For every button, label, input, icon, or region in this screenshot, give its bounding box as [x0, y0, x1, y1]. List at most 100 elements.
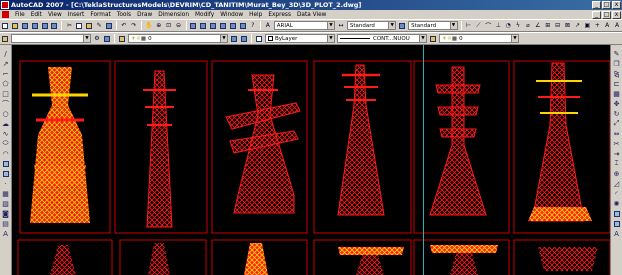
stretch-icon[interactable]: ⇔: [612, 129, 621, 138]
chevron-down-icon[interactable]: ▼: [511, 35, 518, 42]
color-icon[interactable]: [255, 34, 264, 43]
chevron-down-icon[interactable]: ▼: [220, 35, 227, 42]
scale-icon[interactable]: ⤢: [612, 119, 621, 128]
dim-text-edit-icon[interactable]: A: [613, 21, 622, 30]
chevron-down-icon[interactable]: ▼: [449, 22, 457, 29]
table-icon[interactable]: ▤: [1, 219, 10, 228]
array-icon[interactable]: ▦: [612, 89, 621, 98]
minimize-button[interactable]: _: [592, 1, 601, 9]
tower-model[interactable]: [225, 74, 301, 214]
document-icon[interactable]: [2, 11, 9, 18]
paste-icon[interactable]: [85, 21, 94, 30]
arc-length-icon[interactable]: ⌒: [484, 21, 493, 30]
plot-preview-icon[interactable]: [40, 21, 49, 30]
layer-icon[interactable]: [612, 209, 621, 218]
offset-icon[interactable]: ⊏: [612, 79, 621, 88]
fillet-icon[interactable]: ◜: [612, 189, 621, 198]
pan-icon[interactable]: ✋: [144, 21, 153, 30]
tower-model[interactable]: [30, 67, 90, 223]
open-icon[interactable]: [10, 21, 19, 30]
table-style-icon[interactable]: [398, 21, 407, 30]
doc-close-button[interactable]: x: [612, 10, 621, 19]
revision-cloud-icon[interactable]: ☁: [1, 119, 10, 128]
hatch-icon[interactable]: ▦: [1, 189, 10, 198]
arc-icon[interactable]: ⌒: [1, 99, 10, 108]
make-block-icon[interactable]: [1, 169, 10, 178]
quick-dimension-icon[interactable]: ⊞: [543, 21, 552, 30]
center-mark-icon[interactable]: +: [593, 21, 602, 30]
menu-insert[interactable]: Insert: [65, 12, 88, 18]
aligned-dimension-icon[interactable]: ⟋: [474, 21, 483, 30]
properties-icon[interactable]: [189, 21, 198, 30]
doc-restore-button[interactable]: □: [602, 10, 611, 19]
zoom-realtime-icon[interactable]: ⊕: [154, 21, 163, 30]
plot-style-icon[interactable]: [429, 34, 438, 43]
angular-icon[interactable]: ∠: [533, 21, 542, 30]
drawing-area[interactable]: [12, 45, 610, 275]
chamfer-icon[interactable]: ◿: [612, 179, 621, 188]
chevron-down-icon[interactable]: ▼: [419, 35, 426, 42]
menu-format[interactable]: Format: [87, 12, 113, 18]
point-icon[interactable]: ·: [1, 179, 10, 188]
sheet-set-icon[interactable]: [219, 21, 228, 30]
workspace-save-icon[interactable]: [103, 34, 112, 43]
zoom-window-icon[interactable]: ⊡: [164, 21, 173, 30]
copy-object-icon[interactable]: ❐: [612, 59, 621, 68]
markup-icon[interactable]: [229, 21, 238, 30]
spline-icon[interactable]: ∿: [1, 129, 10, 138]
menu-data-view[interactable]: Data View: [294, 12, 329, 18]
trim-icon[interactable]: ✂: [612, 139, 621, 148]
menu-edit[interactable]: Edit: [28, 12, 45, 18]
block-icon[interactable]: [612, 219, 621, 228]
workspace-settings-icon[interactable]: ⚙: [93, 34, 102, 43]
menu-draw[interactable]: Draw: [134, 12, 155, 18]
gradient-icon[interactable]: ▧: [1, 199, 10, 208]
text-icon[interactable]: A: [612, 229, 621, 238]
rotate-icon[interactable]: ↻: [612, 109, 621, 118]
diameter-icon[interactable]: ⌀: [523, 21, 532, 30]
ellipse-icon[interactable]: ⬭: [1, 139, 10, 148]
dim-style-select[interactable]: Standard ▼: [346, 21, 397, 30]
menu-modify[interactable]: Modify: [192, 12, 217, 18]
polyline-icon[interactable]: ⌐: [1, 69, 10, 78]
layer-manager-icon[interactable]: [118, 34, 127, 43]
rectangle-icon[interactable]: □: [1, 89, 10, 98]
table-style-select[interactable]: Standard ▼: [408, 21, 458, 30]
tower-model[interactable]: [143, 70, 176, 228]
new-icon[interactable]: [1, 21, 10, 30]
plot-icon[interactable]: [30, 21, 39, 30]
tolerance-icon[interactable]: ▣: [583, 21, 592, 30]
layer-properties-icon[interactable]: [1, 34, 10, 43]
help-icon[interactable]: ?: [248, 21, 257, 30]
make-current-icon[interactable]: [230, 34, 239, 43]
insert-block-icon[interactable]: [1, 159, 10, 168]
maximize-button[interactable]: □: [602, 1, 611, 9]
layer-select[interactable]: ☀ ☼ ■ 0 ▼: [128, 34, 228, 43]
linear-dimension-icon[interactable]: ⊢: [464, 21, 473, 30]
menu-express[interactable]: Express: [265, 12, 294, 18]
line-icon[interactable]: /: [1, 49, 10, 58]
text-style-icon[interactable]: A: [263, 21, 272, 30]
region-icon[interactable]: ◙: [1, 209, 10, 218]
break-icon[interactable]: ⌶: [612, 159, 621, 168]
text-style-select[interactable]: ARIAL ▼: [273, 21, 335, 30]
tower-model[interactable]: [429, 66, 487, 216]
tool-palettes-icon[interactable]: [209, 21, 218, 30]
close-button[interactable]: x: [612, 1, 621, 9]
quickcalc-icon[interactable]: [239, 21, 248, 30]
doc-minimize-button[interactable]: _: [592, 10, 601, 19]
design-center-icon[interactable]: [199, 21, 208, 30]
menu-window[interactable]: Window: [217, 12, 246, 18]
continue-icon[interactable]: ⊠: [563, 21, 572, 30]
mtext-icon[interactable]: A: [1, 229, 10, 238]
tower-model-partial[interactable]: [50, 243, 598, 275]
redo-icon[interactable]: ↷: [129, 21, 138, 30]
ordinate-icon[interactable]: ⊥: [494, 21, 503, 30]
workspace-select[interactable]: ▼: [11, 34, 91, 43]
radius-icon[interactable]: ◔: [504, 21, 513, 30]
menu-dimension[interactable]: Dimension: [155, 12, 192, 18]
publish-icon[interactable]: [50, 21, 59, 30]
menu-help[interactable]: Help: [246, 12, 265, 18]
dim-edit-icon[interactable]: A: [603, 21, 612, 30]
plot-layer-select[interactable]: ☀ ☼ ■ 0 ▼: [439, 34, 519, 43]
